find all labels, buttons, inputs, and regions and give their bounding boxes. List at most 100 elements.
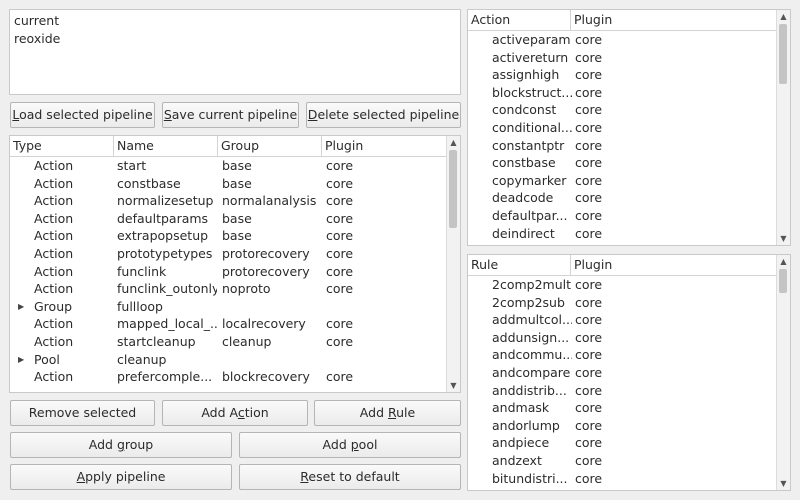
- add-group-button[interactable]: Add group: [10, 432, 232, 458]
- table-row[interactable]: addunsign... core: [468, 329, 776, 347]
- table-row[interactable]: ▶ Group fullloop: [10, 298, 446, 316]
- cell-plugin: core: [326, 281, 354, 297]
- scroll-down-icon[interactable]: ▼: [777, 232, 790, 245]
- table-row[interactable]: deadcode core: [468, 189, 776, 207]
- cell-name: andcommu...: [492, 347, 572, 363]
- cell-name: deadcode: [492, 190, 554, 206]
- cell-type: Action: [34, 246, 74, 261]
- table-row[interactable]: Action defaultparams base core: [10, 210, 446, 228]
- vertical-scrollbar[interactable]: ▲ ▼: [446, 136, 460, 392]
- table-row[interactable]: blockstruct... core: [468, 84, 776, 102]
- cell-name: startcleanup: [117, 334, 196, 349]
- pipeline-list[interactable]: current reoxide: [9, 9, 461, 95]
- scroll-up-icon[interactable]: ▲: [777, 10, 790, 23]
- column-header-name[interactable]: Name: [114, 136, 218, 156]
- button-label: ave current pipeline: [171, 107, 298, 122]
- cell-name: constantptr: [492, 137, 565, 153]
- table-row[interactable]: condconst core: [468, 101, 776, 119]
- table-row[interactable]: assignhigh core: [468, 66, 776, 84]
- table-row[interactable]: andcompare core: [468, 364, 776, 382]
- button-label: elete selected pipeline: [317, 107, 460, 122]
- cell-group: base: [222, 228, 252, 244]
- scroll-up-icon[interactable]: ▲: [777, 255, 790, 268]
- table-row[interactable]: 2comp2mult core: [468, 276, 776, 294]
- scrollbar-thumb[interactable]: [449, 150, 457, 228]
- table-row[interactable]: Action prototypetypes protorecovery core: [10, 245, 446, 263]
- table-row[interactable]: activereturn core: [468, 49, 776, 67]
- table-row[interactable]: Action funclink protorecovery core: [10, 263, 446, 281]
- column-header-rule[interactable]: Rule: [468, 255, 571, 275]
- table-row[interactable]: constbase core: [468, 154, 776, 172]
- scrollbar-thumb[interactable]: [779, 269, 787, 293]
- table-row[interactable]: defaultpar... core: [468, 207, 776, 225]
- table-row[interactable]: andmask core: [468, 399, 776, 417]
- vertical-scrollbar[interactable]: ▲ ▼: [776, 10, 790, 245]
- table-row[interactable]: activeparam core: [468, 31, 776, 49]
- column-header-plugin[interactable]: Plugin: [322, 136, 448, 156]
- cell-plugin: core: [326, 316, 354, 332]
- table-row[interactable]: Action mapped_local_... localrecovery core: [10, 315, 446, 333]
- add-action-button[interactable]: Add Action: [162, 400, 308, 426]
- apply-pipeline-button[interactable]: Apply pipeline: [10, 464, 232, 490]
- remove-selected-button[interactable]: Remove selected: [10, 400, 155, 426]
- vertical-scrollbar[interactable]: ▲ ▼: [776, 255, 790, 490]
- table-row[interactable]: Action prefercomple... blockrecovery core: [10, 368, 446, 386]
- table-row[interactable]: constantptr core: [468, 137, 776, 155]
- cell-plugin: core: [575, 277, 603, 292]
- rule-table[interactable]: Rule Plugin 2comp2mult core 2comp2sub core a…: [467, 254, 791, 491]
- cell-group: normalanalysis: [222, 193, 317, 209]
- table-row[interactable]: Action start base core: [10, 157, 446, 175]
- column-header-action[interactable]: Action: [468, 10, 571, 30]
- scrollbar-thumb[interactable]: [779, 24, 787, 84]
- button-label: Add: [359, 405, 388, 420]
- action-table[interactable]: Action Plugin activeparam core activeretur…: [467, 9, 791, 246]
- table-row[interactable]: copymarker core: [468, 172, 776, 190]
- add-pool-button[interactable]: Add pool: [239, 432, 461, 458]
- column-header-plugin[interactable]: Plugin: [571, 255, 778, 275]
- table-row[interactable]: andcommu... core: [468, 346, 776, 364]
- scroll-up-icon[interactable]: ▲: [447, 136, 460, 149]
- cell-plugin: core: [326, 228, 354, 244]
- cell-name: start: [117, 158, 147, 173]
- table-row[interactable]: ▶ Pool cleanup: [10, 351, 446, 369]
- table-row[interactable]: anddistrib... core: [468, 382, 776, 400]
- pipeline-item[interactable]: current: [14, 12, 59, 30]
- cell-name: blockstruct...: [492, 84, 572, 100]
- table-row[interactable]: conditional... core: [468, 119, 776, 137]
- expand-arrow-icon[interactable]: ▶: [18, 351, 24, 369]
- table-row[interactable]: Action extrapopsetup base core: [10, 227, 446, 245]
- save-pipeline-button[interactable]: Save current pipeline: [162, 102, 299, 128]
- table-row[interactable]: deindirect core: [468, 225, 776, 243]
- table-row[interactable]: Action startcleanup cleanup core: [10, 333, 446, 351]
- add-rule-button[interactable]: Add Rule: [314, 400, 461, 426]
- cell-name: defaultpar...: [492, 208, 568, 223]
- table-row[interactable]: Action funclink_outonly noproto core: [10, 280, 446, 298]
- cell-plugin: core: [575, 312, 603, 328]
- table-row[interactable]: addmultcol... core: [468, 311, 776, 329]
- table-row[interactable]: andorlump core: [468, 417, 776, 435]
- cell-type: Action: [34, 316, 74, 332]
- cell-name: funclink: [117, 263, 167, 279]
- cell-name: normalizesetup: [117, 193, 214, 209]
- expand-arrow-icon[interactable]: ▶: [18, 298, 24, 316]
- table-row[interactable]: 2comp2sub core: [468, 294, 776, 312]
- table-row[interactable]: andzext core: [468, 452, 776, 470]
- table-row[interactable]: Action normalizesetup normalanalysis core: [10, 192, 446, 210]
- scroll-down-icon[interactable]: ▼: [447, 379, 460, 392]
- button-label: Add A: [201, 405, 238, 420]
- table-row[interactable]: bitundistri... core: [468, 470, 776, 488]
- table-row[interactable]: andpiece core: [468, 434, 776, 452]
- load-pipeline-button[interactable]: Load selected pipeline: [10, 102, 155, 128]
- delete-pipeline-button[interactable]: Delete selected pipeline: [306, 102, 461, 128]
- scroll-down-icon[interactable]: ▼: [777, 477, 790, 490]
- column-header-group[interactable]: Group: [218, 136, 322, 156]
- pipeline-tree-table[interactable]: Type Name Group Plugin Action start base co…: [9, 135, 461, 393]
- reset-to-default-button[interactable]: Reset to default: [239, 464, 461, 490]
- column-header-plugin[interactable]: Plugin: [571, 10, 778, 30]
- pipeline-item[interactable]: reoxide: [14, 30, 60, 48]
- cell-plugin: core: [326, 158, 354, 173]
- cell-group: base: [222, 158, 252, 173]
- table-row[interactable]: Action constbase base core: [10, 175, 446, 193]
- column-header-type[interactable]: Type: [10, 136, 114, 156]
- cell-plugin: core: [575, 84, 603, 100]
